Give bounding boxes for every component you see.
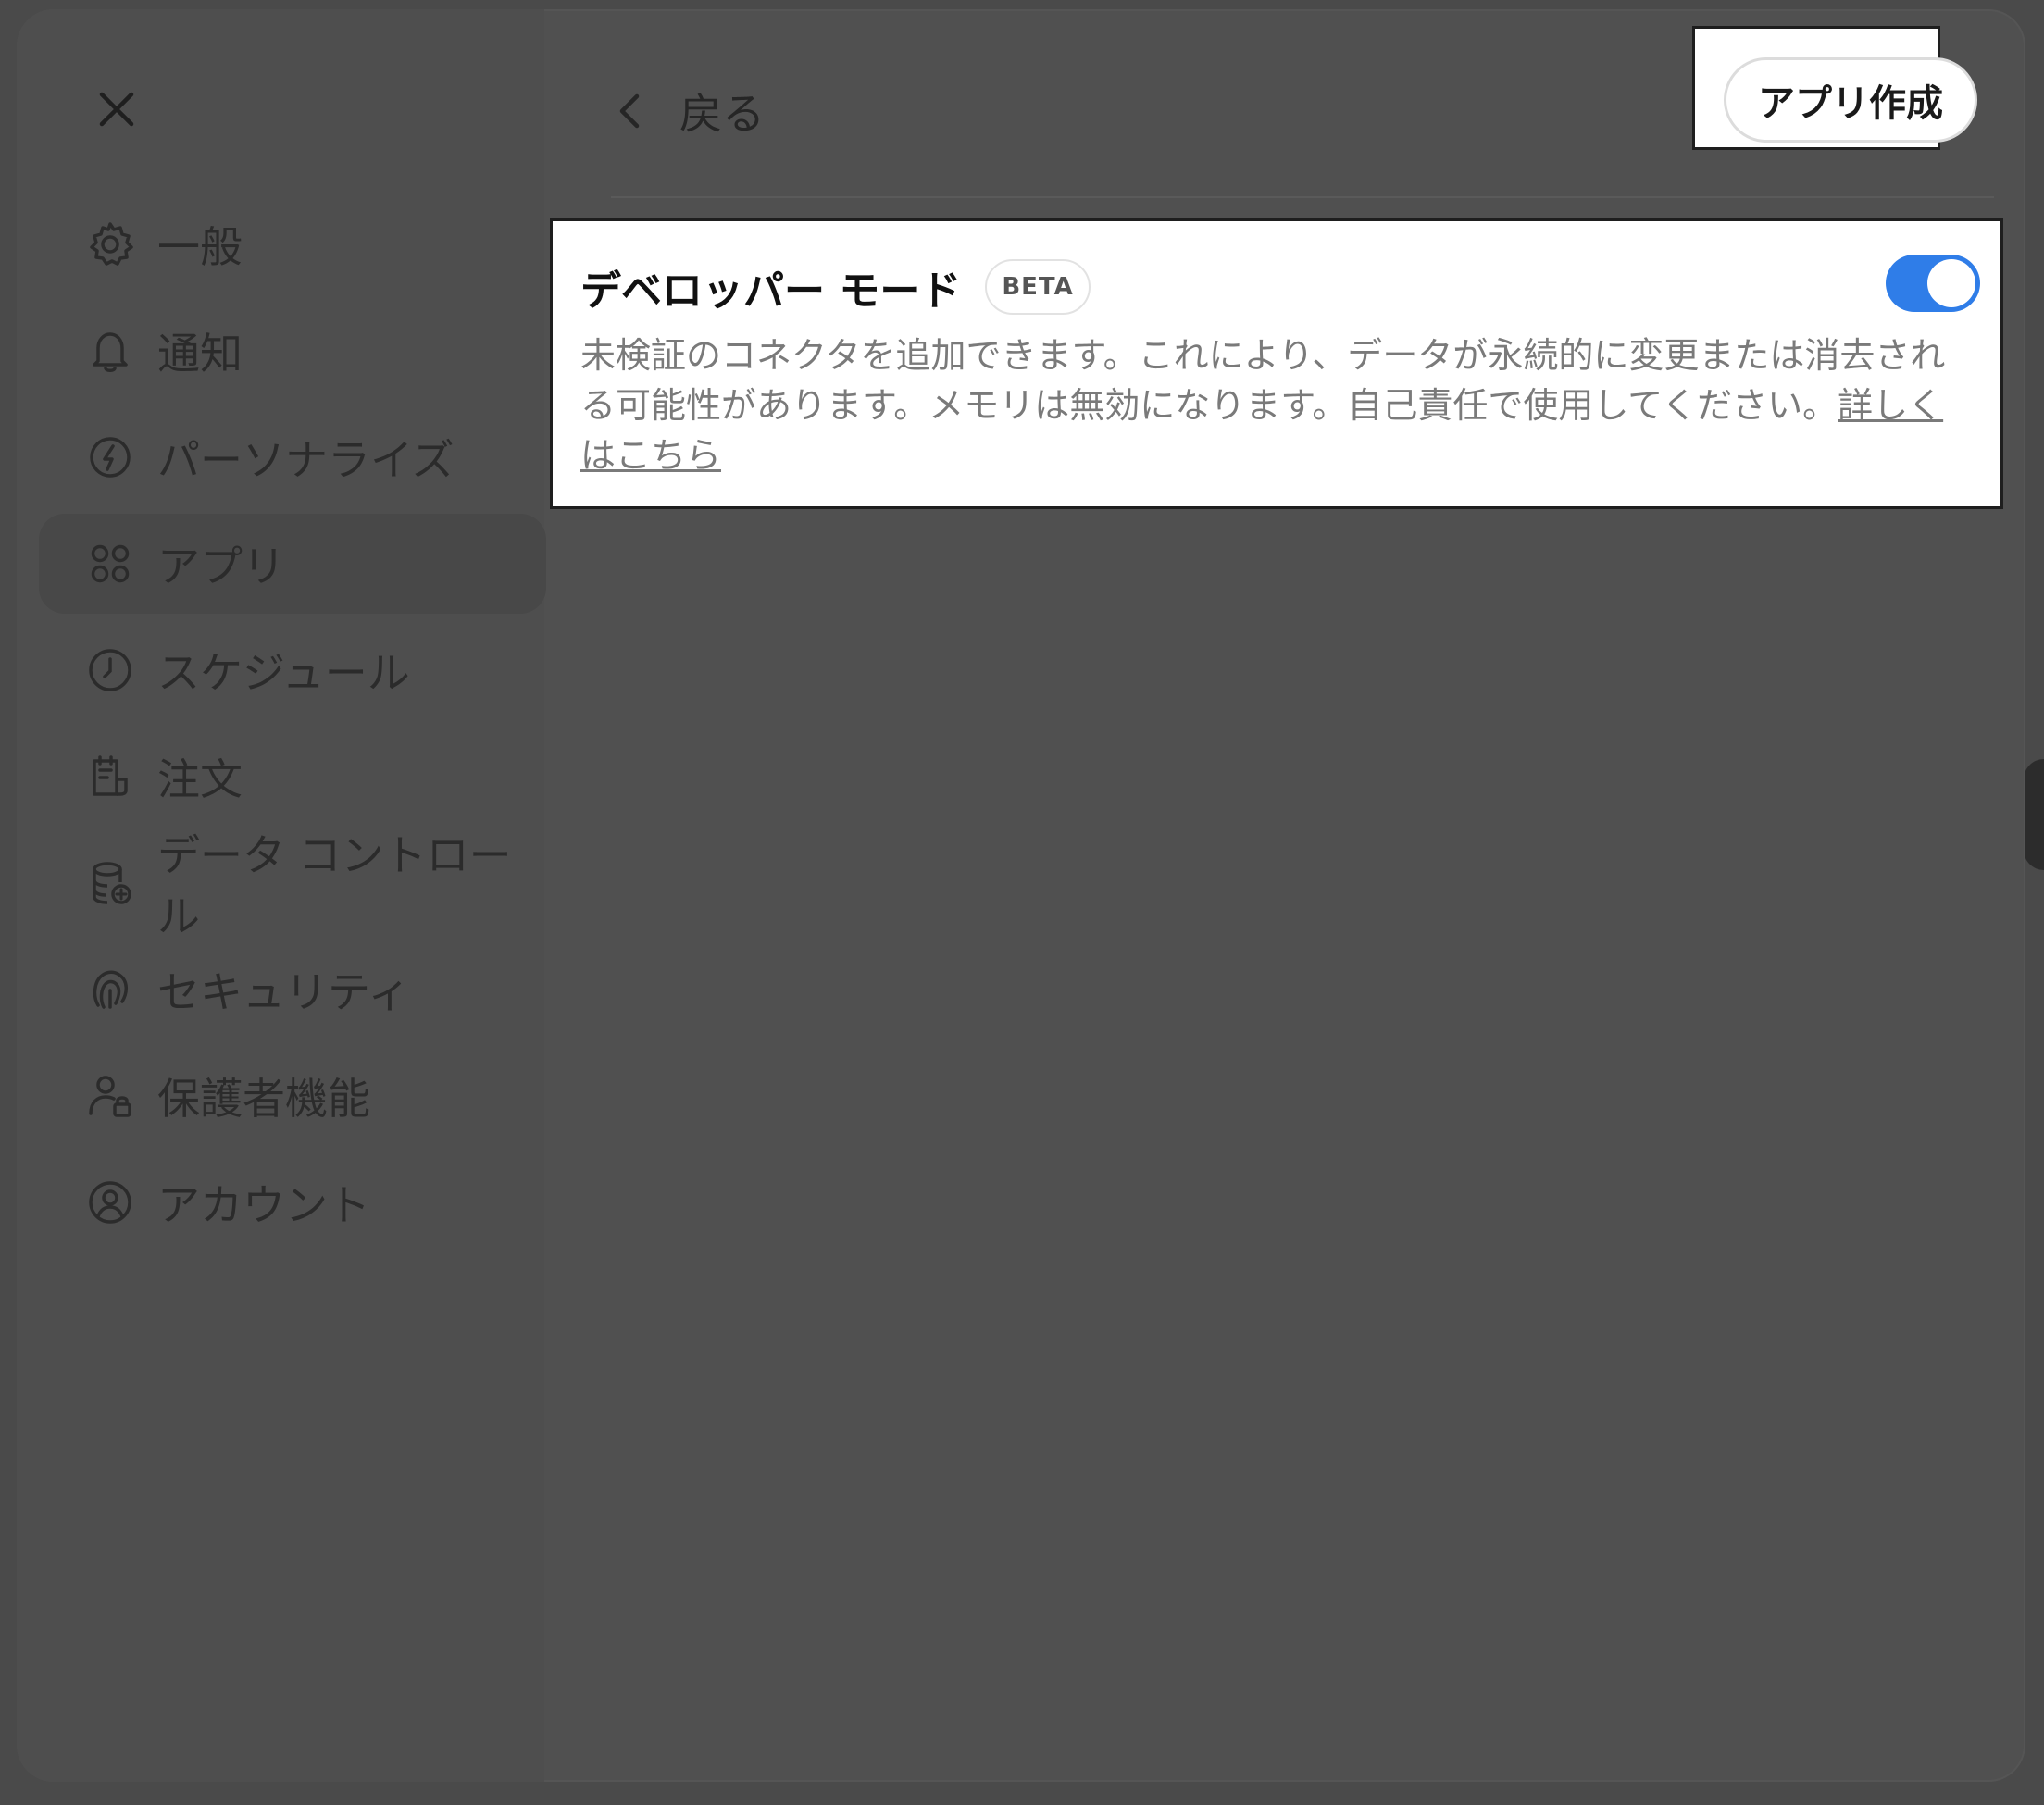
developer-mode-card: デベロッパー モード BETA 未検証のコネクタを追加できます。これにより、デー… xyxy=(550,218,2003,509)
sidebar-item-label: パーソナライズ xyxy=(157,435,455,485)
sidebar-item-parental-controls[interactable]: 保護者機能 xyxy=(39,1046,546,1146)
sidebar-item-label: スケジュール xyxy=(157,648,410,698)
parent-icon xyxy=(85,1071,135,1121)
security-icon xyxy=(85,965,135,1015)
sidebar-item-label: 注文 xyxy=(157,754,243,804)
developer-mode-title: デベロッパー モード xyxy=(580,268,962,315)
close-icon xyxy=(99,92,134,127)
sidebar-item-label: 一般 xyxy=(157,222,243,272)
sidebar-item-account[interactable]: アカウント xyxy=(39,1152,546,1252)
toggle-knob xyxy=(1927,259,1975,307)
chevron-left-icon xyxy=(619,93,640,129)
database-icon xyxy=(85,858,135,908)
developer-mode-description: 未検証のコネクタを追加できます。これにより、データが永続的に変更または消去される… xyxy=(580,330,1969,480)
background-edge xyxy=(2024,759,2044,870)
apps-grid-icon xyxy=(85,539,135,589)
account-icon xyxy=(85,1177,135,1227)
back-label: 戻る xyxy=(679,89,765,139)
sidebar-item-label: アプリ xyxy=(157,542,285,591)
sidebar-item-security[interactable]: セキュリティ xyxy=(39,940,546,1039)
settings-nav: 一般 通知 パーソナライズ アプリ スケジュール 注文 データ コントロール セ… xyxy=(39,194,546,1259)
beta-badge: BETA xyxy=(985,259,1091,315)
sidebar-item-label: アカウント xyxy=(157,1180,370,1230)
developer-mode-toggle[interactable] xyxy=(1886,255,1980,312)
sidebar-item-schedule[interactable]: スケジュール xyxy=(39,620,546,720)
back-button[interactable]: 戻る xyxy=(609,67,765,156)
sidebar-item-label: 保護者機能 xyxy=(157,1074,370,1124)
sidebar-item-label: 通知 xyxy=(157,329,243,379)
sidebar-item-personalize[interactable]: パーソナライズ xyxy=(39,407,546,507)
sidebar-item-notifications[interactable]: 通知 xyxy=(39,301,546,401)
gear-icon xyxy=(85,219,135,269)
header-divider xyxy=(611,196,1994,198)
sidebar-item-label: セキュリティ xyxy=(157,967,411,1017)
order-icon xyxy=(85,752,135,802)
sidebar-item-apps[interactable]: アプリ xyxy=(39,514,546,614)
sidebar-item-orders[interactable]: 注文 xyxy=(39,727,546,827)
description-text: 未検証のコネクタを追加できます。これにより、データが永続的に変更または消去される… xyxy=(580,335,1946,426)
sidebar-item-label: データ コントロール xyxy=(157,830,512,941)
personalize-icon xyxy=(85,432,135,482)
create-app-button[interactable]: アプリ作成 xyxy=(1724,57,1977,143)
bell-icon xyxy=(85,326,135,376)
developer-mode-header: デベロッパー モード BETA xyxy=(580,255,1975,319)
sidebar-item-general[interactable]: 一般 xyxy=(39,194,546,294)
settings-sidebar: 一般 通知 パーソナライズ アプリ スケジュール 注文 データ コントロール セ… xyxy=(17,9,546,1782)
sidebar-item-data-controls[interactable]: データ コントロール xyxy=(39,830,546,941)
close-button[interactable] xyxy=(72,65,161,154)
clock-icon xyxy=(85,645,135,695)
